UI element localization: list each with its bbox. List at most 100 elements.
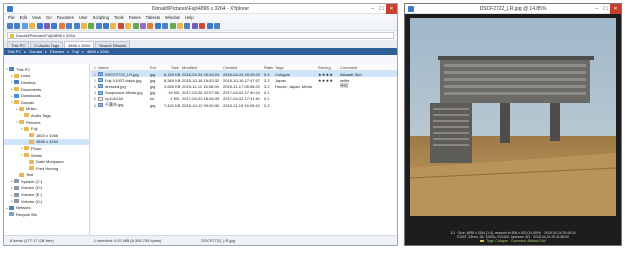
breadcrumb-item[interactable]: Fuji — [72, 49, 78, 54]
folder-tree-icon[interactable] — [176, 22, 183, 29]
tree-item-label: Downloads — [21, 93, 41, 99]
favorites-icon[interactable] — [58, 22, 65, 29]
tab-1[interactable]: C:\Audio Tags — [30, 41, 64, 48]
file-row[interactable]: 2 Fuji X100T-tokyo.jpg jpg 8,369 KB 2015-10-… — [91, 77, 397, 83]
menu-item-go[interactable]: Go — [46, 15, 52, 20]
paint-icon[interactable] — [199, 22, 206, 29]
tree-item[interactable]: ▸ Desktop — [4, 79, 89, 86]
tag-icon[interactable] — [110, 22, 117, 29]
catalog-icon[interactable] — [140, 22, 147, 29]
column-header[interactable]: Tags — [274, 65, 317, 70]
tree-item[interactable]: ▾ This PC — [4, 66, 89, 73]
list-view-icon[interactable] — [154, 22, 161, 29]
tree-item[interactable]: ▾ Fuji — [4, 125, 89, 132]
menu-item-tabsets[interactable]: Tabsets — [146, 15, 160, 20]
column-header[interactable]: Rating — [317, 65, 339, 70]
tree-item[interactable]: Fred Herzog — [4, 165, 89, 172]
address-text[interactable]: Donald\Pictures\Fuji\4896 x 3264 — [16, 33, 75, 38]
tree-item[interactable]: ▸ Volume (E:) — [4, 191, 89, 198]
redo-icon[interactable] — [73, 22, 80, 29]
filter-icon[interactable] — [95, 22, 102, 29]
menu-item-scripting[interactable]: Scripting — [93, 15, 109, 20]
tree-item[interactable]: Recycle Bin — [4, 211, 89, 218]
breadcrumb-item[interactable]: Pictures — [50, 49, 64, 54]
tree-item[interactable]: Daiki Moriyama — [4, 158, 89, 165]
tree-item[interactable]: 1803 x 1066 — [4, 132, 89, 139]
tree-item[interactable]: ▸ Documents — [4, 86, 89, 93]
file-name-cell[interactable]: Suspicious Minds.jpg — [97, 90, 149, 95]
history-icon[interactable] — [43, 22, 50, 29]
column-header[interactable]: Modified — [181, 65, 222, 70]
tree-item[interactable]: ▾ Works — [4, 152, 89, 159]
column-header[interactable]: Ext — [149, 65, 163, 70]
menu-item-user[interactable]: User — [79, 15, 88, 20]
forward-icon[interactable] — [14, 22, 21, 29]
tree-item[interactable]: ▸ Photo — [4, 145, 89, 152]
tree-item[interactable]: Audio Tags — [4, 112, 89, 119]
file-name: Suspicious Minds.jpg — [105, 90, 143, 96]
menu-item-file[interactable]: File — [8, 15, 15, 20]
menu-item-window[interactable]: Window — [165, 15, 180, 20]
tree-item[interactable]: ▸ Network — [4, 204, 89, 211]
settings-icon[interactable] — [206, 22, 213, 29]
tree-item[interactable]: ▸ Volume (D:) — [4, 185, 89, 192]
up-icon[interactable] — [21, 22, 28, 29]
file-name-cell[interactable]: Fuji X100T-tokyo.jpg — [97, 78, 149, 83]
column-header[interactable]: Name — [97, 65, 149, 70]
tree-item[interactable]: ▾ Donald — [4, 99, 89, 106]
tree-item[interactable]: 4896 x 3264 — [4, 138, 89, 146]
column-header[interactable]: Size — [163, 65, 181, 70]
dual-pane-icon[interactable] — [184, 22, 191, 29]
preview-icon[interactable] — [147, 22, 154, 29]
tree-item[interactable]: ▸ Volume (G:) — [4, 198, 89, 205]
menu-item-help[interactable]: Help — [185, 15, 194, 20]
menu-item-panes[interactable]: Panes — [129, 15, 141, 20]
tree-item[interactable]: ▸ Links — [4, 73, 89, 80]
tree-item[interactable]: ▸ Music — [4, 106, 89, 113]
breadcrumb-item[interactable]: This PC — [7, 49, 21, 54]
column-header[interactable]: Ratin — [263, 65, 274, 70]
address-bar[interactable]: Donald\Pictures\Fuji\4896 x 3264 — [7, 32, 394, 39]
file-name-cell[interactable]: dressed.jpg — [97, 84, 149, 89]
folder-icon — [14, 80, 19, 85]
tree-item[interactable]: ▸ Downloads — [4, 92, 89, 99]
preview-titlebar[interactable]: DSCF2722_LR.jpg @ 14.85% – ☐ ✕ — [405, 4, 621, 14]
tab-0[interactable]: This PC — [7, 41, 30, 48]
menu-item-edit[interactable]: Edit — [20, 15, 27, 20]
thumbnail-icon[interactable] — [169, 22, 176, 29]
menu-item-favorites[interactable]: Favorites — [57, 15, 74, 20]
file-row[interactable]: 1 DSCF2722_LR.jpg jpg 6,159 KB 2016-04-24 20… — [91, 71, 397, 78]
tree-item-label: Fred Herzog — [36, 165, 59, 171]
delete-icon[interactable] — [117, 22, 124, 29]
breadcrumb-item[interactable]: 4896 x 3264 — [87, 49, 109, 54]
back-icon[interactable] — [7, 22, 13, 29]
menu-item-tools[interactable]: Tools — [114, 15, 124, 20]
move-icon[interactable] — [88, 22, 95, 29]
breadcrumb-item[interactable]: Donald — [29, 49, 42, 54]
tree-item[interactable]: ▾ Pictures — [4, 119, 89, 126]
file-name-cell[interactable]: 千葉市.jpg — [97, 102, 149, 108]
file-name-cell[interactable]: DSCF2722_LR.jpg — [97, 72, 149, 77]
main-titlebar[interactable]: Donald\Pictures\Fuji\4896 x 3264 - XYplo… — [4, 4, 397, 14]
script-icon[interactable] — [191, 22, 198, 29]
tab-3[interactable]: Search Results — [95, 41, 131, 48]
tree-item[interactable]: ▸ System (C:) — [4, 178, 89, 185]
help-icon[interactable] — [213, 22, 220, 29]
menu-item-view[interactable]: View — [32, 15, 41, 20]
copy-icon[interactable] — [80, 22, 87, 29]
column-header[interactable]: Comment — [339, 65, 369, 70]
file-name-cell[interactable]: xy113d.txt — [97, 96, 149, 101]
file-row[interactable]: 3 dressed.jpg jpg 2,655 KB 2015-11-12 16:06:… — [91, 83, 397, 89]
refresh-icon[interactable] — [51, 22, 58, 29]
undo-icon[interactable] — [66, 22, 73, 29]
highlight-icon[interactable] — [125, 22, 132, 29]
folder-icon[interactable] — [29, 22, 36, 29]
file-row[interactable]: 6 千葉市.jpg jpg 7,421 KB 2015-10-12 09:00:30 20… — [91, 102, 397, 108]
column-header[interactable]: Created — [222, 65, 263, 70]
tab-2[interactable]: 4896 x 3264 — [64, 41, 95, 48]
details-view-icon[interactable] — [162, 22, 169, 29]
tree-item[interactable]: Test — [4, 172, 89, 179]
color-filter-icon[interactable] — [132, 22, 139, 29]
home-icon[interactable] — [36, 22, 43, 29]
find-icon[interactable] — [103, 22, 110, 29]
